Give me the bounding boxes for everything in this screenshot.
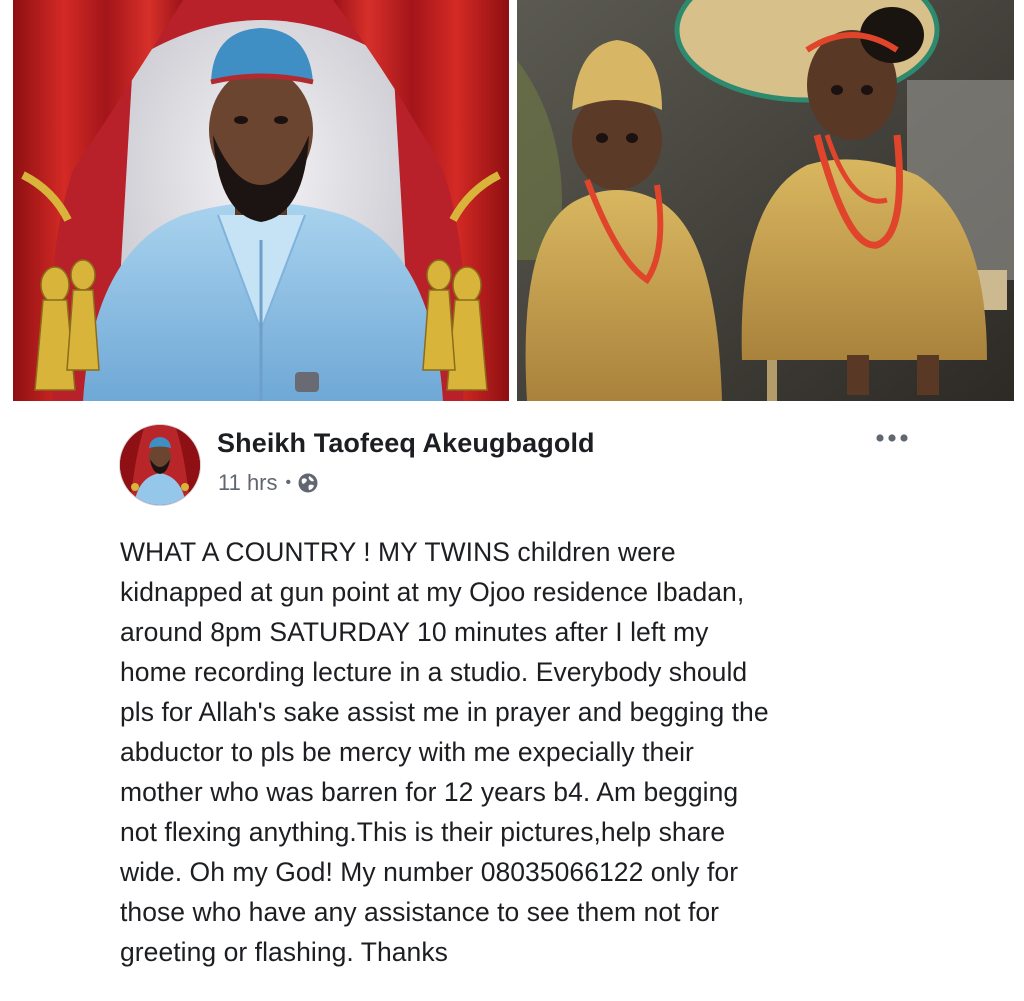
photo-sheikh[interactable] (13, 0, 509, 401)
photo-twins[interactable] (517, 0, 1014, 401)
post-body-text: WHAT A COUNTRY ! MY TWINS children were … (120, 537, 769, 967)
globe-icon[interactable] (297, 472, 319, 494)
more-options-icon[interactable] (870, 428, 914, 448)
twins-photo-image (517, 0, 1014, 401)
post-photos (0, 0, 1024, 410)
author-avatar[interactable] (119, 424, 201, 506)
meta-separator: • (285, 474, 292, 491)
post-timestamp[interactable]: 11 hrs (218, 470, 278, 496)
post-header: Sheikh Taofeeq Akeugbagold 11 hrs • (0, 410, 1024, 520)
author-name[interactable]: Sheikh Taofeeq Akeugbagold (217, 428, 595, 459)
avatar-image (120, 425, 200, 505)
post-meta: 11 hrs • (218, 470, 319, 496)
sheikh-portrait-image (13, 0, 509, 401)
